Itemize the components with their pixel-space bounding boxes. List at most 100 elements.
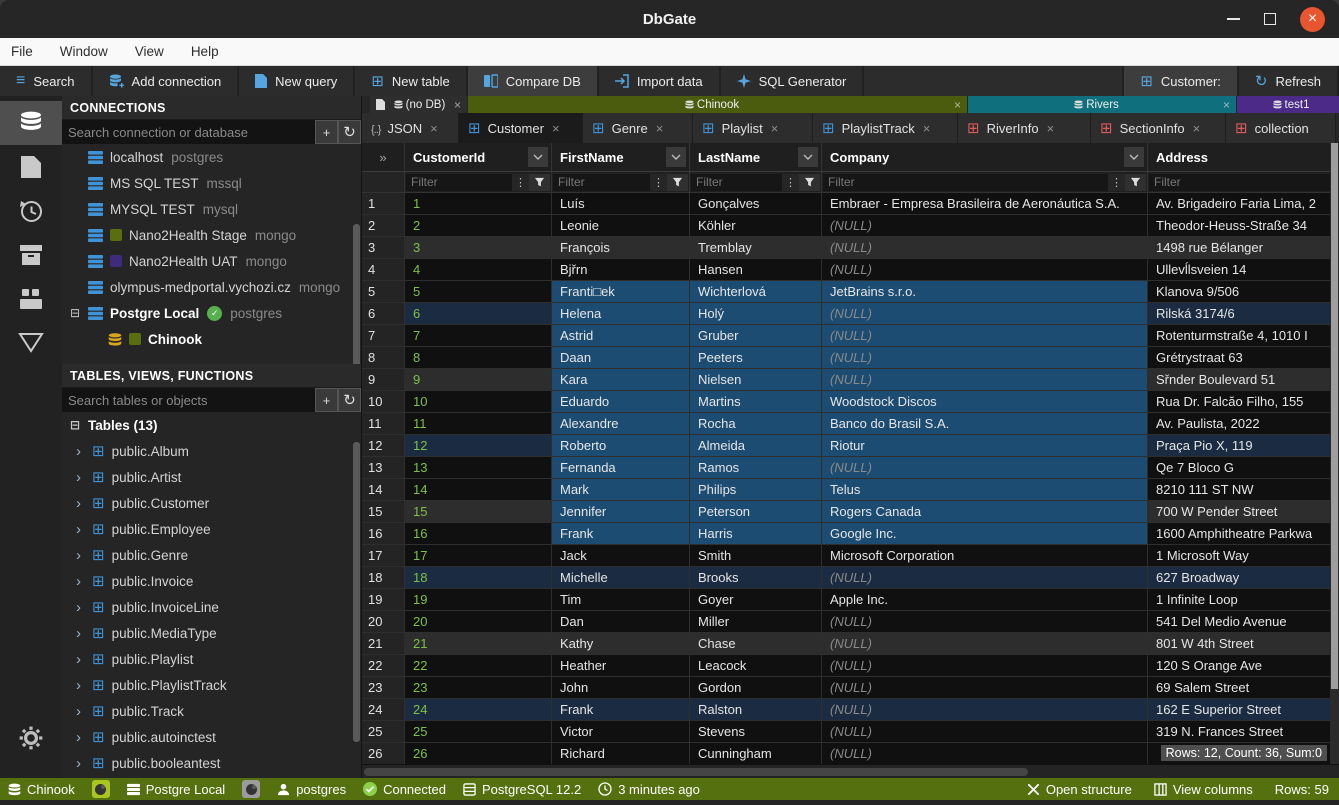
row-number[interactable]: 22 [362,655,405,676]
database-group-tab[interactable]: test1 [1237,96,1339,113]
tables-group-row[interactable]: Tables (13) [62,412,361,438]
database-group-tab[interactable]: Chinook [468,96,967,113]
cell-customerid[interactable]: 6 [405,303,552,324]
cell-firstname[interactable]: Jennifer [552,501,690,522]
cell-customerid[interactable]: 16 [405,523,552,544]
cell-customerid[interactable]: 8 [405,347,552,368]
chevron-right-icon[interactable] [76,547,92,564]
cell-address[interactable]: 120 S Orange Ave [1148,655,1339,676]
table-row[interactable]: 6 6 Helena Holý (NULL) Rilská 3174/6 [362,303,1339,325]
rail-archive-tab[interactable] [0,233,62,277]
connection-item[interactable]: Postgre Local postgres [62,300,361,326]
cell-customerid[interactable]: 19 [405,589,552,610]
filter-input[interactable] [406,174,512,191]
cell-address[interactable]: Ullevĺlsveien 14 [1148,259,1339,280]
cell-company[interactable]: Google Inc. [822,523,1148,544]
maximize-button[interactable] [1264,13,1276,25]
cell-customerid[interactable]: 15 [405,501,552,522]
cell-address[interactable]: 1 Infinite Loop [1148,589,1339,610]
cell-firstname[interactable]: Leonie [552,215,690,236]
table-item[interactable]: public.InvoiceLine [62,594,361,620]
table-row[interactable]: 24 24 Frank Ralston (NULL) 162 E Superio… [362,699,1339,721]
cell-firstname[interactable]: Eduardo [552,391,690,412]
cell-lastname[interactable]: Tremblay [690,237,822,258]
chevron-right-icon[interactable] [76,521,92,538]
filter-menu-button[interactable] [782,174,799,191]
close-group-icon[interactable] [950,98,961,112]
cell-customerid[interactable]: 3 [405,237,552,258]
status-connection[interactable]: Postgre Local [127,782,226,797]
row-number[interactable]: 18 [362,567,405,588]
cell-address[interactable]: 8210 111 ST NW [1148,479,1339,500]
table-item[interactable]: public.PlaylistTrack [62,672,361,698]
cell-lastname[interactable]: Miller [690,611,822,632]
file-tab[interactable]: SectionInfo [1091,113,1226,143]
table-row[interactable]: 2 2 Leonie Köhler (NULL) Theodor-Heuss-S… [362,215,1339,237]
close-tab-icon[interactable] [923,121,931,136]
refresh-button[interactable]: Refresh [1239,66,1339,96]
cell-company[interactable]: (NULL) [822,721,1148,742]
table-item[interactable]: public.Employee [62,516,361,542]
cell-lastname[interactable]: Gordon [690,677,822,698]
filter-input[interactable] [691,174,782,191]
cell-address[interactable]: 801 W 4th Street [1148,633,1339,654]
cell-customerid[interactable]: 21 [405,633,552,654]
file-tab[interactable]: RiverInfo [958,113,1091,143]
row-number[interactable]: 8 [362,347,405,368]
table-row[interactable]: 22 22 Heather Leacock (NULL) 120 S Orang… [362,655,1339,677]
filter-input[interactable] [1149,174,1339,191]
table-item[interactable]: public.Customer [62,490,361,516]
table-row[interactable]: 25 25 Victor Stevens (NULL) 319 N. Franc… [362,721,1339,743]
collapse-icon[interactable] [70,306,88,320]
cell-firstname[interactable]: Helena [552,303,690,324]
connection-item[interactable]: localhost postgres [62,144,361,170]
cell-firstname[interactable]: Frank [552,523,690,544]
file-tab[interactable]: Customer [459,113,583,143]
table-row[interactable]: 9 9 Kara Nielsen (NULL) Sřnder Boulevard… [362,369,1339,391]
connection-item[interactable]: MYSQL TEST mysql [62,196,361,222]
file-tab[interactable]: PlaylistTrack [813,113,958,143]
cell-lastname[interactable]: Hansen [690,259,822,280]
cell-firstname[interactable]: Kara [552,369,690,390]
cell-lastname[interactable]: Köhler [690,215,822,236]
table-item[interactable]: public.Album [62,438,361,464]
cell-firstname[interactable]: Jack [552,545,690,566]
cell-firstname[interactable]: Michelle [552,567,690,588]
table-row[interactable]: 15 15 Jennifer Peterson Rogers Canada 70… [362,501,1339,523]
cell-customerid[interactable]: 23 [405,677,552,698]
add-connection-icon-button[interactable] [315,120,338,144]
column-dropdown-button[interactable] [1124,147,1144,167]
column-header[interactable]: FirstName [552,143,690,171]
close-group-icon[interactable] [450,98,461,112]
row-number[interactable]: 19 [362,589,405,610]
row-number[interactable]: 5 [362,281,405,302]
cell-company[interactable]: (NULL) [822,743,1148,764]
table-row[interactable]: 5 5 Franti□ek Wichterlová JetBrains s.r.… [362,281,1339,303]
cell-lastname[interactable]: Chase [690,633,822,654]
cell-lastname[interactable]: Stevens [690,721,822,742]
menu-file[interactable]: File [11,44,33,59]
cell-firstname[interactable]: Alexandre [552,413,690,434]
row-number[interactable]: 2 [362,215,405,236]
chevron-right-icon[interactable] [76,469,92,486]
cell-lastname[interactable]: Nielsen [690,369,822,390]
filter-menu-button[interactable] [1108,174,1125,191]
cell-company[interactable]: Woodstock Discos [822,391,1148,412]
cell-customerid[interactable]: 4 [405,259,552,280]
row-number[interactable]: 7 [362,325,405,346]
cell-customerid[interactable]: 2 [405,215,552,236]
cell-lastname[interactable]: Philips [690,479,822,500]
table-row[interactable]: 4 4 Bjřrn Hansen (NULL) Ullevĺlsveien 14 [362,259,1339,281]
cell-address[interactable]: 1600 Amphitheatre Parkwa [1148,523,1339,544]
row-number[interactable]: 14 [362,479,405,500]
table-row[interactable]: 7 7 Astrid Gruber (NULL) Rotenturmstraße… [362,325,1339,347]
cell-company[interactable]: (NULL) [822,677,1148,698]
expand-columns-button[interactable] [362,143,405,171]
import-data-button[interactable]: Import data [599,66,721,96]
rail-filter-tab[interactable] [0,321,62,365]
close-group-icon[interactable] [1219,98,1230,112]
cell-customerid[interactable]: 1 [405,193,552,214]
cell-address[interactable]: 700 W Pender Street [1148,501,1339,522]
cell-address[interactable]: Praça Pio X, 119 [1148,435,1339,456]
cell-address[interactable]: Rilská 3174/6 [1148,303,1339,324]
